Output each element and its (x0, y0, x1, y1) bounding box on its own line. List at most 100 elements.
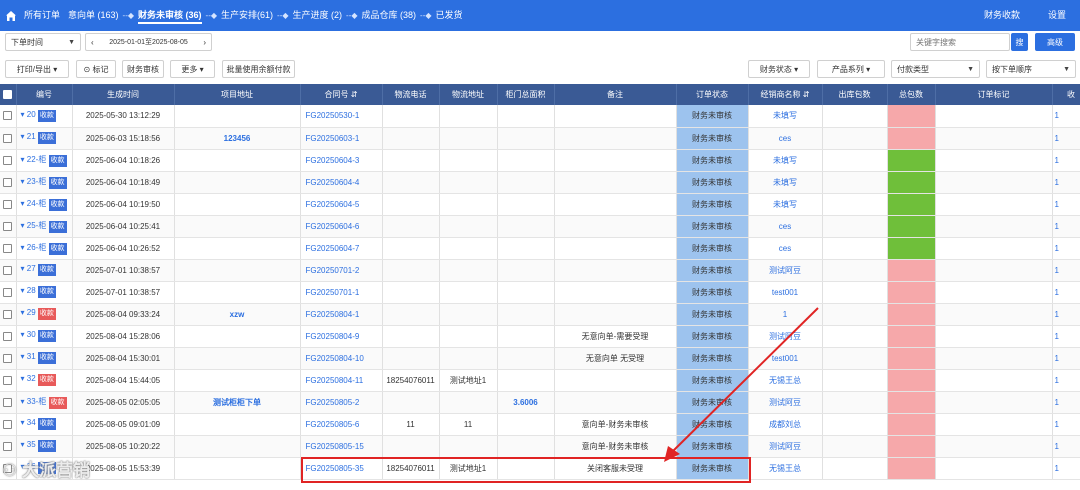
dealer-link[interactable]: ces (748, 215, 823, 238)
table-row[interactable]: ▾ 36 收款 2025-08-05 15:53:39 FG20250805-35 1… (0, 457, 1080, 480)
nav-finance-collection[interactable]: 财务收款 (970, 0, 1034, 31)
dealer-link[interactable]: 无锡王总 (748, 457, 823, 480)
row-checkbox[interactable] (0, 149, 17, 172)
row-no[interactable]: ▾ 20 收款 (16, 105, 73, 128)
row-checkbox[interactable] (0, 281, 17, 304)
dealer-link[interactable]: 无锡王总 (748, 369, 823, 392)
dealer-link[interactable]: 1 (748, 303, 823, 326)
collect-badge[interactable]: 收款 (37, 109, 56, 122)
dealer-link[interactable]: 成都刘总 (748, 413, 823, 436)
row-checkbox[interactable] (0, 325, 17, 348)
nav-settings[interactable]: 设置 (1034, 0, 1080, 31)
nav-finance-unaudited[interactable]: 财务未审核 (36) (134, 0, 206, 31)
advanced-search-button[interactable]: 高级 (1035, 33, 1075, 51)
row-checkbox[interactable] (0, 435, 17, 458)
nav-finished-warehouse[interactable]: 成品仓库 (38) (358, 0, 421, 31)
nav-production-schedule[interactable]: 生产安排(61) (217, 0, 277, 31)
row-no[interactable]: ▾ 35 收款 (16, 435, 73, 458)
prev-date-icon[interactable]: ‹ (91, 38, 94, 47)
row-no[interactable]: ▾ 29 收款 (16, 303, 73, 326)
contract-link[interactable]: FG20250805-2 (300, 391, 383, 414)
contract-link[interactable]: FG20250804-1 (300, 303, 383, 326)
time-type-select[interactable]: 下单时间 ▼ (5, 33, 81, 51)
contract-link[interactable]: FG20250804-11 (300, 369, 383, 392)
row-no[interactable]: ▾ 28 收款 (16, 281, 73, 304)
contract-link[interactable]: FG20250604-3 (300, 149, 383, 172)
collect-badge[interactable]: 收款 (48, 242, 67, 255)
row-no[interactable]: ▾ 21 收款 (16, 127, 73, 150)
contract-link[interactable]: FG20250805-35 (300, 457, 383, 480)
row-checkbox[interactable] (0, 369, 17, 392)
row-no[interactable]: ▾ 23-柜 收款 (16, 171, 73, 194)
table-row[interactable]: ▾ 31 收款 2025-08-04 15:30:01 FG20250804-10 无… (0, 347, 1080, 370)
dealer-link[interactable]: test001 (748, 281, 823, 304)
row-checkbox[interactable] (0, 171, 17, 194)
collect-badge[interactable]: 收款 (37, 418, 56, 430)
next-date-icon[interactable]: › (203, 38, 206, 47)
row-checkbox[interactable] (0, 259, 17, 282)
batch-balance-pay-button[interactable]: 批量使用余额付款 (222, 60, 295, 78)
collect-badge[interactable]: 收款 (37, 264, 56, 276)
dealer-link[interactable]: 测试阿豆 (748, 259, 823, 282)
search-input[interactable] (910, 33, 1010, 51)
row-no[interactable]: ▾ 34 收款 (16, 413, 73, 436)
collect-badge[interactable]: 收款 (48, 198, 67, 211)
row-checkbox[interactable] (0, 215, 17, 238)
header-door-area[interactable]: 柜门总面积 (497, 84, 555, 105)
collect-badge[interactable]: 收款 (37, 352, 56, 364)
product-series-dropdown[interactable]: 产品系列 ▾ (817, 60, 885, 78)
row-checkbox[interactable] (0, 193, 17, 216)
collect-badge[interactable]: 收款 (37, 440, 56, 452)
header-outbound-packs[interactable]: 出库包数 (822, 84, 888, 105)
dealer-link[interactable]: 测试阿豆 (748, 325, 823, 348)
header-logistics-phone[interactable]: 物流电话 (382, 84, 440, 105)
more-dropdown[interactable]: 更多 ▾ (170, 60, 215, 78)
contract-link[interactable]: FG20250804-10 (300, 347, 383, 370)
table-row[interactable]: ▾ 30 收款 2025-08-04 15:28:06 FG20250804-9 无意… (0, 325, 1080, 348)
collect-badge[interactable]: 收款 (37, 286, 56, 298)
table-row[interactable]: ▾ 22-柜 收款 2025-06-04 10:18:26 FG20250604-3… (0, 149, 1080, 172)
contract-link[interactable]: FG20250701-1 (300, 281, 383, 304)
header-no[interactable]: 编号 (16, 84, 73, 105)
dealer-link[interactable]: 测试阿豆 (748, 391, 823, 414)
row-no[interactable]: ▾ 32 收款 (16, 369, 73, 392)
header-project-address[interactable]: 项目地址 (174, 84, 301, 105)
contract-link[interactable]: FG20250604-5 (300, 193, 383, 216)
header-collect[interactable]: 收 (1052, 84, 1080, 105)
row-checkbox[interactable] (0, 413, 17, 436)
dealer-link[interactable]: 未填写 (748, 171, 823, 194)
header-order-mark[interactable]: 订单标记 (935, 84, 1053, 105)
table-row[interactable]: ▾ 33-柜 收款 2025-08-05 02:05:05 测试柜柜下单 FG2025… (0, 391, 1080, 414)
contract-link[interactable]: FG20250530-1 (300, 105, 383, 128)
header-created-time[interactable]: 生成时间 (72, 84, 175, 105)
row-no[interactable]: ▾ 24-柜 收款 (16, 193, 73, 216)
search-button[interactable]: 搜 (1011, 33, 1028, 51)
contract-link[interactable]: FG20250805-6 (300, 413, 383, 436)
dealer-link[interactable]: ces (748, 127, 823, 150)
table-row[interactable]: ▾ 27 收款 2025-07-01 10:38:57 FG20250701-2 财务… (0, 259, 1080, 282)
header-total-packs[interactable]: 总包数 (887, 84, 936, 105)
date-range-picker[interactable]: ‹ 2025-01-01至2025-08-05 › (85, 33, 212, 51)
table-row[interactable]: ▾ 32 收款 2025-08-04 15:44:05 FG20250804-11 1… (0, 369, 1080, 392)
payment-type-select[interactable]: 付款类型 ▼ (891, 60, 980, 78)
table-row[interactable]: ▾ 29 收款 2025-08-04 09:33:24 xzw FG20250804-… (0, 303, 1080, 326)
collect-badge[interactable]: 收款 (48, 396, 67, 409)
sort-icon[interactable]: ⇵ (803, 90, 810, 99)
table-row[interactable]: ▾ 35 收款 2025-08-05 10:20:22 FG20250805-15 意… (0, 435, 1080, 458)
finance-audit-button[interactable]: 财务审核 (122, 60, 164, 78)
table-row[interactable]: ▾ 25-柜 收款 2025-06-04 10:25:41 FG20250604-6… (0, 215, 1080, 238)
table-row[interactable]: ▾ 24-柜 收款 2025-06-04 10:19:50 FG20250604-5… (0, 193, 1080, 216)
row-no[interactable]: ▾ 25-柜 收款 (16, 215, 73, 238)
table-row[interactable]: ▾ 28 收款 2025-07-01 10:38:57 FG20250701-1 财务… (0, 281, 1080, 304)
dealer-link[interactable]: test001 (748, 347, 823, 370)
header-contract-no[interactable]: 合同号 ⇵ (300, 84, 383, 105)
row-no[interactable]: ▾ 26-柜 收款 (16, 237, 73, 260)
collect-badge[interactable]: 收款 (37, 374, 56, 386)
row-no[interactable]: ▾ 27 收款 (16, 259, 73, 282)
finance-status-dropdown[interactable]: 财务状态 ▾ (748, 60, 810, 78)
row-no[interactable]: ▾ 33-柜 收款 (16, 391, 73, 414)
contract-link[interactable]: FG20250804-9 (300, 325, 383, 348)
select-all-checkbox[interactable] (0, 84, 17, 105)
collect-badge[interactable]: 收款 (48, 154, 67, 167)
contract-link[interactable]: FG20250701-2 (300, 259, 383, 282)
